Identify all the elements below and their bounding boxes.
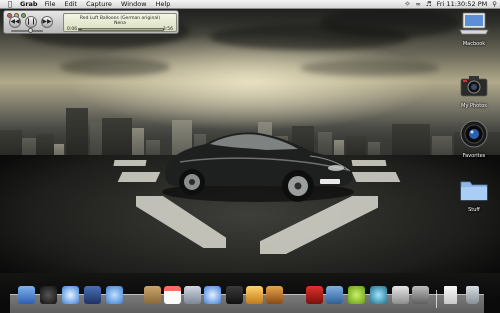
dock-iphoto-icon[interactable] bbox=[184, 286, 201, 304]
desktop-wallpaper bbox=[0, 0, 500, 313]
menu-file[interactable]: File bbox=[45, 0, 56, 8]
menu-window[interactable]: Window bbox=[121, 0, 147, 8]
dock-dashboard-icon[interactable] bbox=[40, 286, 57, 304]
dock-spaces-icon[interactable] bbox=[326, 286, 343, 304]
next-track-button[interactable]: ▶▶ bbox=[41, 16, 53, 28]
dock-utilities-icon[interactable] bbox=[392, 286, 409, 304]
now-playing-display: Red Luft Balloons (German original) Nena… bbox=[63, 13, 177, 32]
wifi-icon[interactable]: ☼ bbox=[405, 0, 411, 8]
remaining-time: 3:56 bbox=[162, 26, 173, 32]
dock-trash-icon[interactable] bbox=[466, 286, 479, 304]
volume-slider[interactable] bbox=[11, 30, 43, 32]
pause-button[interactable]: ❙❙ bbox=[25, 16, 37, 28]
playback-progress-bar[interactable] bbox=[78, 28, 164, 31]
sports-car-image bbox=[162, 132, 354, 202]
itunes-mini-player: ◀◀ ❙❙ ▶▶ Red Luft Balloons (German origi… bbox=[3, 10, 179, 34]
dock-document-icon[interactable] bbox=[444, 286, 457, 304]
menubar-clock[interactable]: Fri 11:30:52 PM bbox=[437, 0, 488, 8]
dock-preview-icon[interactable] bbox=[246, 286, 263, 304]
previous-track-button[interactable]: ◀◀ bbox=[9, 16, 21, 28]
app-menu[interactable]: Grab bbox=[20, 0, 38, 8]
song-artist: Nena bbox=[114, 21, 126, 26]
elapsed-time: 0:06 bbox=[67, 26, 78, 32]
lens-icon bbox=[460, 120, 488, 148]
dock-camera-icon[interactable] bbox=[226, 286, 243, 304]
dock-ichat-icon[interactable] bbox=[106, 286, 123, 304]
dock-safari-icon[interactable] bbox=[62, 286, 79, 304]
desktop-icon-stuff[interactable]: Stuff bbox=[455, 178, 493, 213]
menu-edit[interactable]: Edit bbox=[64, 0, 77, 8]
dock-garageband-icon[interactable] bbox=[266, 286, 283, 304]
dock-address-book-icon[interactable] bbox=[144, 286, 161, 304]
dock-xcode-icon[interactable] bbox=[84, 286, 101, 304]
dock-photobooth-icon[interactable] bbox=[306, 286, 323, 304]
dock-divider bbox=[436, 290, 437, 308]
dock-timemachine-icon[interactable] bbox=[370, 286, 387, 304]
macbook-hd-icon bbox=[459, 12, 489, 35]
camera-icon bbox=[460, 76, 488, 97]
volume-icon[interactable]: ♬ bbox=[426, 0, 432, 8]
dock-widget-icon[interactable] bbox=[348, 286, 365, 304]
dock-ical-icon[interactable] bbox=[164, 286, 181, 304]
menu-capture[interactable]: Capture bbox=[86, 0, 112, 8]
dock-finder-icon[interactable] bbox=[18, 286, 35, 304]
dock-itunes-icon[interactable] bbox=[204, 286, 221, 304]
menu-bar:  Grab File Edit Capture Window Help ☼ ∞… bbox=[0, 0, 500, 9]
spotlight-icon[interactable]: ⚲ bbox=[492, 0, 497, 8]
desktop-icon-favorites[interactable]: Favorites bbox=[455, 120, 493, 159]
apple-menu-icon[interactable]:  bbox=[4, 0, 16, 8]
bluetooth-icon[interactable]: ∞ bbox=[415, 0, 420, 8]
desktop-icon-macbook[interactable]: Macbook bbox=[455, 12, 493, 47]
folder-icon bbox=[460, 181, 488, 201]
volume-slider-knob[interactable] bbox=[28, 28, 33, 33]
desktop-icon-my-photos[interactable]: My Photos bbox=[455, 74, 493, 109]
menu-help[interactable]: Help bbox=[156, 0, 171, 8]
playback-progress-fill bbox=[79, 29, 82, 30]
dock-system-preferences-icon[interactable] bbox=[412, 286, 429, 304]
